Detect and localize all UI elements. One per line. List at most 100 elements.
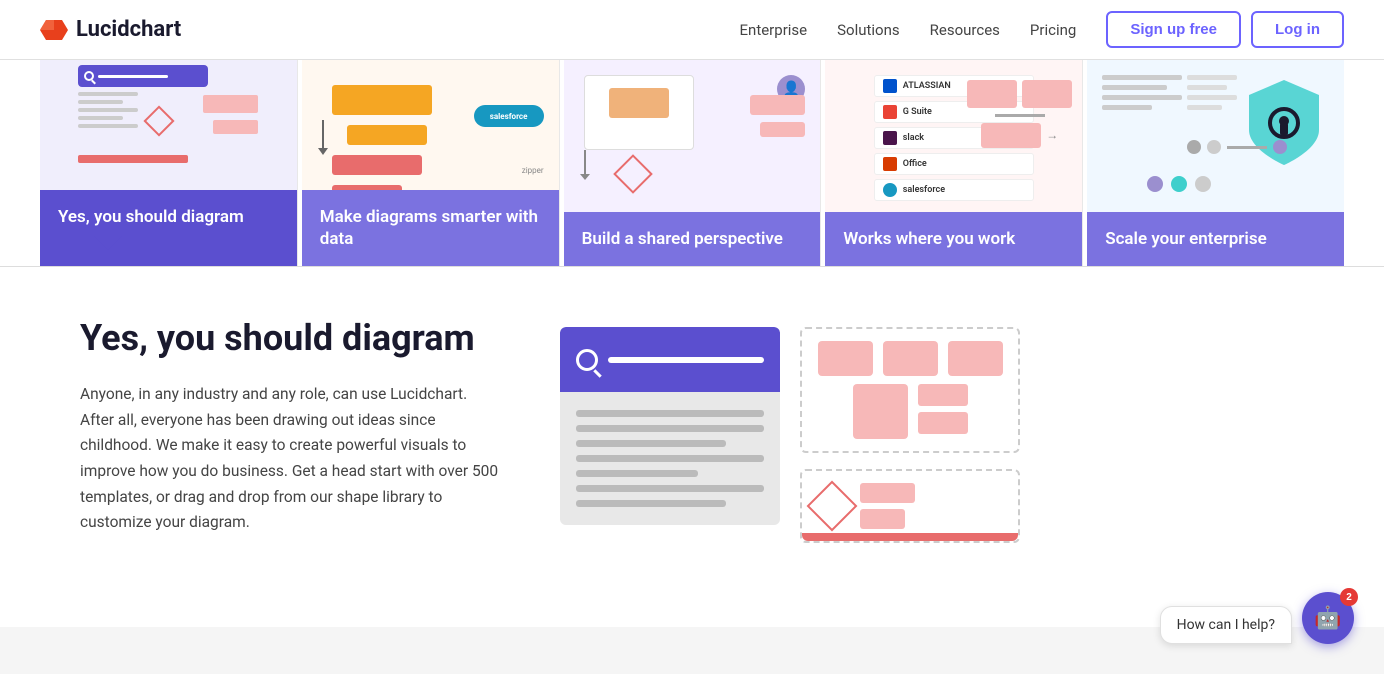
salesforce-icon <box>883 183 897 197</box>
tab5-extra-line3 <box>1187 95 1237 100</box>
tab1-line3 <box>78 108 138 112</box>
tab5-dot1 <box>1147 176 1163 192</box>
tab4-office: Office <box>874 153 1034 175</box>
content-title: Yes, you should diagram <box>80 317 500 360</box>
chat-button[interactable]: 🤖 2 <box>1302 592 1354 644</box>
tab4-salesforce: salesforce <box>874 179 1034 201</box>
tab5-line1 <box>1102 75 1182 80</box>
login-button[interactable]: Log in <box>1251 11 1344 48</box>
chat-bubble: How can I help? <box>1160 606 1292 644</box>
tab3-arrow <box>584 150 586 175</box>
tab5-dot2 <box>1171 176 1187 192</box>
sdb-diamond <box>807 481 858 532</box>
tab1-diamond <box>144 105 175 136</box>
big-doc-line6 <box>576 485 764 492</box>
tab1-search-text <box>98 75 168 78</box>
tab5-circle3 <box>1273 140 1287 154</box>
sdt-box1 <box>818 341 873 376</box>
tabs-section: Yes, you should diagram salesforce zippe… <box>0 60 1384 267</box>
sdb-col <box>860 483 915 529</box>
logo-link[interactable]: Lucidchart <box>40 16 181 44</box>
logo-text: Lucidchart <box>76 17 181 42</box>
nav-pricing[interactable]: Pricing <box>1030 21 1076 39</box>
sdt-row1 <box>814 341 1006 376</box>
chat-widget: How can I help? 🤖 2 <box>1160 592 1354 644</box>
big-doc-lines <box>560 392 780 525</box>
tab-perspective[interactable]: 👤 Build a shared perspective <box>564 60 822 266</box>
tab-diagram-label: Yes, you should diagram <box>40 190 297 266</box>
tab2-rect2 <box>347 125 427 145</box>
right-diagrams <box>800 327 1020 543</box>
tab4-arrow-row: → <box>967 123 1072 148</box>
tab-perspective-label: Build a shared perspective <box>564 212 821 266</box>
big-doc-line7 <box>576 500 726 507</box>
tab3-card <box>584 75 694 150</box>
big-doc-line2 <box>576 425 764 432</box>
tab-enterprise-image <box>1087 60 1344 212</box>
content-illustration <box>560 317 1280 567</box>
big-doc-line3 <box>576 440 726 447</box>
tab2-pink1 <box>332 155 422 175</box>
sdt-row2 <box>814 384 1006 439</box>
tab1-pink2 <box>213 120 258 134</box>
tab1-line1 <box>78 92 138 96</box>
tab1-illustration <box>68 60 268 190</box>
sdb-bottom-bar <box>802 533 1018 541</box>
sdb-pink2 <box>860 509 905 529</box>
tab4-pink-row1 <box>967 80 1072 108</box>
sdt-col1 <box>918 384 968 439</box>
tab3-card-inner <box>609 88 669 118</box>
atlassian-icon <box>883 79 897 93</box>
tab-diagram[interactable]: Yes, you should diagram <box>40 60 298 266</box>
nav-enterprise[interactable]: Enterprise <box>740 21 808 39</box>
content-inner: Yes, you should diagram Anyone, in any i… <box>80 317 1280 567</box>
sdt-box3 <box>948 341 1003 376</box>
content-text: Yes, you should diagram Anyone, in any i… <box>80 317 500 536</box>
tab-smarter-label: Make diagrams smarter with data <box>302 190 559 266</box>
tab-works[interactable]: ATLASSIAN G Suite slack Office <box>825 60 1083 266</box>
tab4-right-cards: → <box>967 80 1072 148</box>
tabs-wrapper: Yes, you should diagram salesforce zippe… <box>40 60 1344 266</box>
tab-enterprise[interactable]: Scale your enterprise <box>1087 60 1344 266</box>
tab-smarter[interactable]: salesforce zipper Make diagrams smarter … <box>302 60 560 266</box>
nav-solutions[interactable]: Solutions <box>837 21 900 39</box>
content-section: Yes, you should diagram Anyone, in any i… <box>0 267 1384 627</box>
tab3-diamond <box>613 154 653 194</box>
tab5-line3 <box>1102 95 1182 100</box>
big-search-text-bar <box>608 357 764 363</box>
content-description: Anyone, in any industry and any role, ca… <box>80 382 500 535</box>
tab1-line2 <box>78 100 123 104</box>
tab1-search-icon <box>84 71 94 81</box>
signup-button[interactable]: Sign up free <box>1106 11 1241 48</box>
navbar: Lucidchart Enterprise Solutions Resource… <box>0 0 1384 60</box>
tab4-pink-box3 <box>981 123 1041 148</box>
tab1-line5 <box>78 124 138 128</box>
tab-works-image: ATLASSIAN G Suite slack Office <box>825 60 1082 212</box>
tab5-line2 <box>1102 85 1167 90</box>
tab5-line4 <box>1102 105 1152 110</box>
shield-illustration <box>1244 75 1324 170</box>
big-doc-line5 <box>576 470 698 477</box>
tab2-rect1 <box>332 85 432 115</box>
nav-resources[interactable]: Resources <box>930 21 1000 39</box>
tab5-dash <box>1227 146 1267 149</box>
sdb-pink1 <box>860 483 915 503</box>
diagram-bottom <box>800 469 1020 543</box>
tab2-arrow <box>322 120 324 150</box>
tab5-circle2 <box>1207 140 1221 154</box>
tab1-line4 <box>78 116 123 120</box>
robot-icon: 🤖 <box>1314 605 1341 631</box>
tab5-circle1 <box>1187 140 1201 154</box>
tab-smarter-image: salesforce zipper <box>302 60 559 190</box>
tab1-search-bar <box>78 65 208 87</box>
tab-works-label: Works where you work <box>825 212 1082 266</box>
tab4-pink-box1 <box>967 80 1017 108</box>
tab3-pink1 <box>750 95 805 115</box>
tab1-pink1 <box>203 95 258 113</box>
tab5-extra-line1 <box>1187 75 1237 80</box>
chat-badge: 2 <box>1340 588 1358 606</box>
sdt-box2 <box>883 341 938 376</box>
tab5-bottom-row <box>1187 140 1287 154</box>
big-doc-line4 <box>576 455 764 462</box>
big-search-icon <box>576 349 598 371</box>
